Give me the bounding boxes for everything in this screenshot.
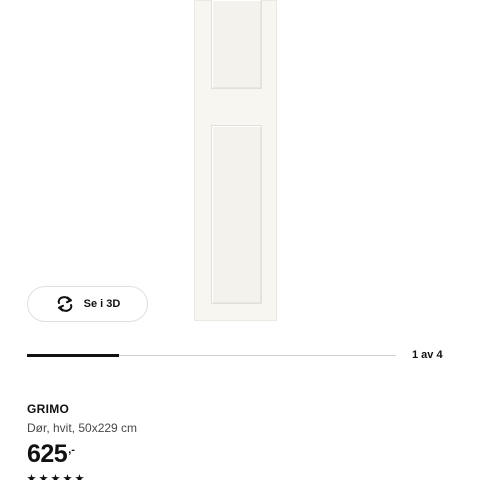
product-price: 625 ,- xyxy=(27,439,75,469)
door-upper-panel xyxy=(211,0,262,89)
price-decimal: ,- xyxy=(68,444,75,456)
price-integer: 625 xyxy=(27,440,68,468)
product-name[interactable]: GRIMO xyxy=(27,402,69,416)
view-in-3d-button[interactable]: Se i 3D xyxy=(27,286,148,322)
star-icon xyxy=(27,474,36,480)
door-product-image[interactable] xyxy=(194,0,277,321)
product-rating[interactable] xyxy=(27,474,84,480)
product-image-gallery[interactable] xyxy=(0,0,480,335)
star-icon xyxy=(75,474,84,480)
view-in-3d-label: Se i 3D xyxy=(83,298,121,310)
rotate-3d-icon xyxy=(55,296,75,312)
door-lower-panel xyxy=(211,125,262,304)
star-icon xyxy=(63,474,72,480)
gallery-progress-fill xyxy=(27,354,120,357)
star-icon xyxy=(51,474,60,480)
product-description: Dør, hvit, 50x229 cm xyxy=(27,421,138,435)
product-page: Se i 3D 1 av 4 GRIMO Dør, hvit, 50x229 c… xyxy=(0,0,480,480)
gallery-progress-track xyxy=(27,354,396,357)
star-icon xyxy=(39,474,48,480)
gallery-page-counter: 1 av 4 xyxy=(412,349,443,361)
